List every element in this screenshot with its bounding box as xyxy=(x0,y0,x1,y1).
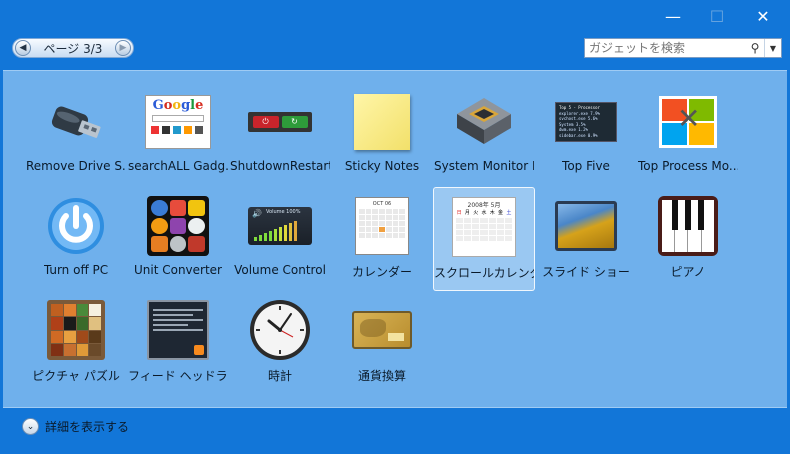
search-input[interactable] xyxy=(585,41,746,55)
gadget-grid: Remove Drive S... Google searchALL Gadg.… xyxy=(25,83,739,395)
page-indicator: ページ 3/3 xyxy=(43,41,103,56)
clock-icon xyxy=(245,299,315,361)
calendar-icon: OCT 06 xyxy=(347,195,417,257)
gadget-label: System Monitor II xyxy=(434,159,534,173)
topfive-line: sidebar.exe 0.9% xyxy=(559,132,598,138)
weekday: 土 xyxy=(506,210,512,216)
feed-headlines-icon xyxy=(143,299,213,361)
scroll-calendar-month: 2008年 5月 xyxy=(467,202,501,209)
gadget-slide-show[interactable]: スライド ショー xyxy=(535,187,637,291)
gadget-label: スクロールカレンダー xyxy=(434,266,534,280)
volume-readout: Volume 100% xyxy=(266,209,301,215)
title-bar: — ☐ ✕ xyxy=(0,0,790,32)
picture-puzzle-icon xyxy=(41,299,111,361)
piano-icon xyxy=(653,195,723,257)
gadget-label: ShutdownRestart xyxy=(230,159,330,173)
gadget-calendar[interactable]: OCT 06 カレンダー xyxy=(331,187,433,291)
gadget-label: Top Process Mo... xyxy=(638,159,738,173)
gadget-top-five[interactable]: Top 5 - Processor explorer.exe 7.9% svch… xyxy=(535,83,637,187)
google-search-icon: Google xyxy=(143,91,213,153)
top-process-icon: ✕ xyxy=(653,91,723,153)
show-details-toggle[interactable]: ⌄ 詳細を表示する xyxy=(22,418,129,435)
toolbar: ◀ ページ 3/3 ▶ ⚲ ▼ xyxy=(0,32,790,68)
gadget-scroll-calendar[interactable]: 2008年 5月 日 月 火 水 木 金 土 スクロールカレン xyxy=(433,187,535,291)
gadget-label: Top Five xyxy=(562,159,610,173)
gadget-gallery-window: — ☐ ✕ ◀ ページ 3/3 ▶ ⚲ ▼ xyxy=(0,0,790,454)
weekday: 月 xyxy=(464,210,470,216)
minimize-icon: — xyxy=(665,6,681,26)
sticky-note-icon xyxy=(347,91,417,153)
search-dropdown-button[interactable]: ▼ xyxy=(764,39,781,57)
gadget-label: スライド ショー xyxy=(542,265,630,279)
gadget-label: searchALL Gadg... xyxy=(128,159,228,173)
gadget-sticky-notes[interactable]: Sticky Notes xyxy=(331,83,433,187)
calendar-month: OCT 06 xyxy=(372,201,392,207)
gadget-label: Remove Drive S... xyxy=(26,159,126,173)
maximize-icon: ☐ xyxy=(709,6,725,26)
chevron-right-icon: ▶ xyxy=(119,43,127,53)
search-icon[interactable]: ⚲ xyxy=(746,41,764,55)
gadget-remove-drive[interactable]: Remove Drive S... xyxy=(25,83,127,187)
gadget-searchall[interactable]: Google searchALL Gadg... xyxy=(127,83,229,187)
weekday: 金 xyxy=(498,210,504,216)
weekday: 木 xyxy=(489,210,495,216)
chevron-left-icon: ◀ xyxy=(19,43,27,53)
gadget-label: Unit Converter xyxy=(133,263,222,277)
top-five-icon: Top 5 - Processor explorer.exe 7.9% svch… xyxy=(551,91,621,153)
cpu-chip-icon xyxy=(449,91,519,153)
close-icon: ✕ xyxy=(756,6,770,26)
gadget-system-monitor[interactable]: System Monitor II xyxy=(433,83,535,187)
gadget-label: Turn off PC xyxy=(43,263,109,277)
gadget-panel: Remove Drive S... Google searchALL Gadg.… xyxy=(3,70,787,408)
weekday: 水 xyxy=(481,210,487,216)
gadget-label: Volume Control xyxy=(234,263,326,277)
gadget-unit-converter[interactable]: Unit Converter xyxy=(127,187,229,291)
maximize-button[interactable]: ☐ xyxy=(694,0,740,32)
weekday: 火 xyxy=(473,210,479,216)
next-page-button[interactable]: ▶ xyxy=(114,40,131,56)
chevron-down-icon: ▼ xyxy=(769,43,777,53)
gadget-picture-puzzle[interactable]: ピクチャ パズル xyxy=(25,291,127,395)
previous-page-button[interactable]: ◀ xyxy=(15,40,31,56)
gadget-volume-control[interactable]: Volume 100% 🔊 Volume Control xyxy=(229,187,331,291)
gadget-label: フィード ヘッドライン xyxy=(128,369,228,383)
gadget-turn-off-pc[interactable]: Turn off PC xyxy=(25,187,127,291)
show-details-label[interactable]: 詳細を表示する xyxy=(45,418,129,435)
scroll-calendar-icon: 2008年 5月 日 月 火 水 木 金 土 xyxy=(449,196,519,258)
gadget-piano[interactable]: ピアノ xyxy=(637,187,739,291)
shutdown-restart-icon: ⏻ ↻ xyxy=(245,91,315,153)
gadget-label: 通貨換算 xyxy=(357,369,406,383)
volume-icon: Volume 100% 🔊 xyxy=(245,195,315,257)
gadget-label: Sticky Notes xyxy=(344,159,420,173)
minimize-button[interactable]: — xyxy=(650,0,696,32)
power-icon xyxy=(41,195,111,257)
usb-drive-icon xyxy=(41,91,111,153)
gadget-clock[interactable]: 時計 xyxy=(229,291,331,395)
page-navigator: ◀ ページ 3/3 ▶ xyxy=(12,38,134,58)
gadget-label: カレンダー xyxy=(351,265,412,279)
slideshow-icon xyxy=(551,195,621,257)
unit-converter-icon xyxy=(143,195,213,257)
gadget-label: ピアノ xyxy=(670,265,706,279)
weekday: 日 xyxy=(456,210,462,216)
gadget-shutdown-restart[interactable]: ⏻ ↻ ShutdownRestart xyxy=(229,83,331,187)
gadget-currency[interactable]: 通貨換算 xyxy=(331,291,433,395)
gadget-label: 時計 xyxy=(267,369,292,383)
close-button[interactable]: ✕ xyxy=(740,0,786,32)
chevron-down-icon[interactable]: ⌄ xyxy=(22,418,39,435)
gadget-feed-headlines[interactable]: フィード ヘッドライン xyxy=(127,291,229,395)
currency-icon xyxy=(347,299,417,361)
footer: ⌄ 詳細を表示する xyxy=(0,408,790,454)
gadget-label: ピクチャ パズル xyxy=(32,369,120,383)
gadget-top-process-monitor[interactable]: ✕ Top Process Mo... xyxy=(637,83,739,187)
gadget-search-box: ⚲ ▼ xyxy=(584,38,782,58)
